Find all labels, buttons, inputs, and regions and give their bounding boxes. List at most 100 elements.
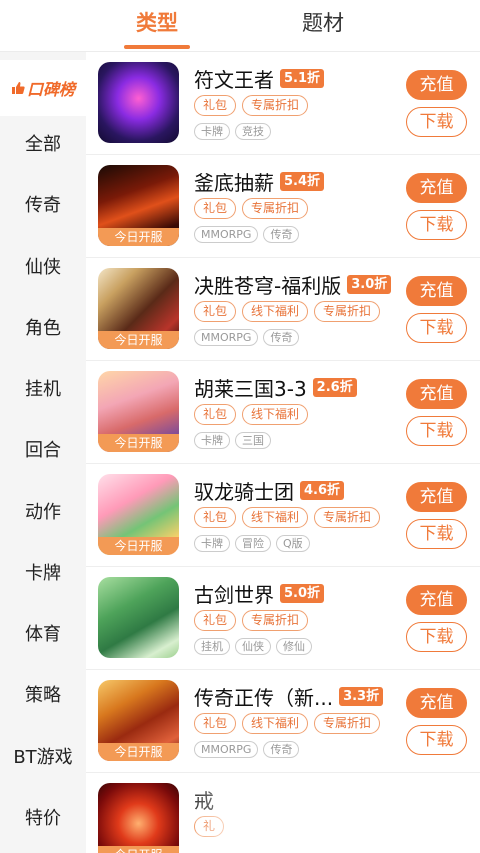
sidebar-item-all[interactable]: 全部	[0, 125, 86, 165]
sidebar-item-reputation[interactable]: 口碑榜	[0, 60, 86, 116]
perk-tag: 线下福利	[242, 507, 309, 528]
genre-tags: MMORPG 传奇	[194, 741, 300, 758]
reputation-text: 口碑榜	[26, 80, 75, 99]
perk-tag: 礼包	[194, 198, 237, 219]
game-icon-image[interactable]: 今日开服	[98, 165, 179, 246]
download-button[interactable]: 下载	[406, 313, 467, 343]
thumbs-up-icon	[11, 82, 25, 94]
game-icon-image[interactable]: 今日开服	[98, 371, 179, 452]
sidebar-item-card[interactable]: 卡牌	[0, 554, 86, 594]
game-title[interactable]: 驭龙骑士团	[194, 476, 294, 505]
open-today-banner: 今日开服	[98, 743, 179, 761]
genre-tags: 挂机 仙侠 修仙	[194, 638, 312, 655]
genre-tags: 卡牌 三国	[194, 432, 271, 449]
genre-tag: 传奇	[263, 741, 300, 758]
open-today-banner: 今日开服	[98, 846, 179, 853]
discount-badge: 5.1折	[280, 68, 325, 88]
discount-badge: 5.4折	[280, 171, 325, 191]
genre-tag: 仙侠	[235, 638, 271, 655]
download-button[interactable]: 下载	[406, 210, 467, 240]
perk-tag: 线下福利	[242, 301, 309, 322]
perk-tags: 礼包 线下福利 专属折扣	[194, 713, 381, 734]
genre-tag: 卡牌	[194, 123, 230, 140]
game-row[interactable]: 今日开服 传奇正传（新... 3.3折礼包 线下福利 专属折扣 MMORPG 传奇 充值下载	[86, 670, 480, 773]
sidebar-item-xianxia[interactable]: 仙侠	[0, 248, 86, 288]
recharge-button[interactable]: 充值	[406, 379, 467, 409]
game-icon-image[interactable]: 今日开服	[98, 680, 179, 761]
download-button[interactable]: 下载	[406, 107, 467, 137]
perk-tag: 专属折扣	[242, 95, 309, 116]
game-icon-image[interactable]: 今日开服	[98, 474, 179, 555]
game-title[interactable]: 古剑世界	[194, 579, 274, 608]
game-title[interactable]: 符文王者	[194, 64, 274, 93]
open-today-banner: 今日开服	[98, 537, 179, 555]
genre-tags: MMORPG 传奇	[194, 226, 300, 243]
game-row[interactable]: 符文王者 5.1折礼包 专属折扣 卡牌 竞技 充值下载	[86, 52, 480, 155]
game-row[interactable]: 今日开服 驭龙骑士团 4.6折 礼包 线下福利 专属折扣 卡牌 冒险 Q版 充值下载	[86, 464, 480, 567]
recharge-button[interactable]: 充值	[406, 585, 467, 615]
discount-badge: 5.0折	[280, 583, 325, 603]
tab-type[interactable]: 类型	[124, 8, 190, 44]
perk-tags: 礼包 线下福利 专属折扣	[194, 301, 381, 322]
recharge-button[interactable]: 充值	[406, 276, 467, 306]
recharge-button[interactable]: 充值	[406, 70, 467, 100]
sidebar-item-action[interactable]: 动作	[0, 493, 86, 533]
download-button[interactable]: 下载	[406, 519, 467, 549]
active-tab-indicator	[124, 45, 190, 49]
perk-tag: 礼包	[194, 507, 237, 528]
recharge-button[interactable]: 充值	[406, 688, 467, 718]
perk-tag: 礼包	[194, 301, 237, 322]
game-icon-image[interactable]: 今日开服	[98, 268, 179, 349]
game-row[interactable]: 今日开服 决胜苍穹-福利版 3.0折礼包 线下福利 专属折扣 MMORPG 传奇 充值下载	[86, 258, 480, 361]
perk-tags: 礼包 专属折扣	[194, 610, 309, 631]
genre-tag: 竞技	[235, 123, 271, 140]
game-row[interactable]: 古剑世界 5.0折礼包 专属折扣挂机 仙侠 修仙 充值下载	[86, 567, 480, 670]
download-button[interactable]: 下载	[406, 725, 467, 755]
recharge-button[interactable]: 充值	[406, 482, 467, 512]
game-row[interactable]: 今日开服 胡莱三国3-3 2.6折 礼包 线下福利 卡牌 三国 充值 下载	[86, 361, 480, 464]
tab-theme[interactable]: 题材	[290, 8, 356, 44]
discount-badge: 3.0折	[347, 274, 392, 294]
sidebar-item-sports[interactable]: 体育	[0, 615, 86, 655]
sidebar-item-idle[interactable]: 挂机	[0, 370, 86, 410]
genre-tags: MMORPG 传奇	[194, 329, 300, 346]
perk-tag: 礼包	[194, 95, 237, 116]
game-icon-image[interactable]	[98, 62, 179, 143]
genre-tag: MMORPG	[194, 329, 259, 346]
sidebar-item-legend[interactable]: 传奇	[0, 186, 86, 226]
game-title[interactable]: 釜底抽薪	[194, 167, 274, 196]
game-title[interactable]: 胡莱三国3-3	[194, 373, 307, 402]
title-line: 符文王者 5.1折	[194, 64, 325, 93]
title-line: 驭龙骑士团 4.6折	[194, 476, 345, 505]
open-today-banner: 今日开服	[98, 228, 179, 246]
genre-tag: 传奇	[263, 329, 300, 346]
perk-tag: 专属折扣	[314, 507, 381, 528]
discount-badge: 2.6折	[312, 377, 357, 397]
sidebar-item-rpg[interactable]: 角色	[0, 309, 86, 349]
sidebar-item-bt-games[interactable]: BT游戏	[0, 738, 86, 778]
game-row[interactable]: 今日开服 釜底抽薪 5.4折礼包 专属折扣 MMORPG 传奇 充值下载	[86, 155, 480, 258]
title-line: 釜底抽薪 5.4折	[194, 167, 325, 196]
perk-tag: 专属折扣	[242, 198, 309, 219]
genre-tags: 卡牌 冒险 Q版	[194, 535, 310, 552]
genre-tag: Q版	[276, 535, 310, 552]
title-line: 决胜苍穹-福利版 3.0折	[194, 270, 392, 299]
perk-tag: 线下福利	[242, 404, 309, 425]
download-button[interactable]: 下载	[406, 622, 467, 652]
perk-tag: 礼包	[194, 610, 237, 631]
perk-tag: 线下福利	[242, 713, 309, 734]
discount-badge: 3.3折	[339, 686, 384, 706]
perk-tags: 礼包 线下福利	[194, 404, 309, 425]
game-icon-image[interactable]: 今日开服	[98, 783, 179, 853]
title-line: 传奇正传（新... 3.3折	[194, 682, 384, 711]
game-icon-image[interactable]	[98, 577, 179, 658]
sidebar-item-strategy[interactable]: 策略	[0, 676, 86, 716]
sidebar-item-special-price[interactable]: 特价	[0, 799, 86, 839]
open-today-banner: 今日开服	[98, 331, 179, 349]
recharge-button[interactable]: 充值	[406, 173, 467, 203]
download-button[interactable]: 下载	[406, 416, 467, 446]
game-title[interactable]: 决胜苍穹-福利版	[194, 270, 341, 299]
game-title[interactable]: 传奇正传（新...	[194, 682, 333, 711]
sidebar-item-turn-based[interactable]: 回合	[0, 431, 86, 471]
title-line: 胡莱三国3-3 2.6折	[194, 373, 357, 401]
